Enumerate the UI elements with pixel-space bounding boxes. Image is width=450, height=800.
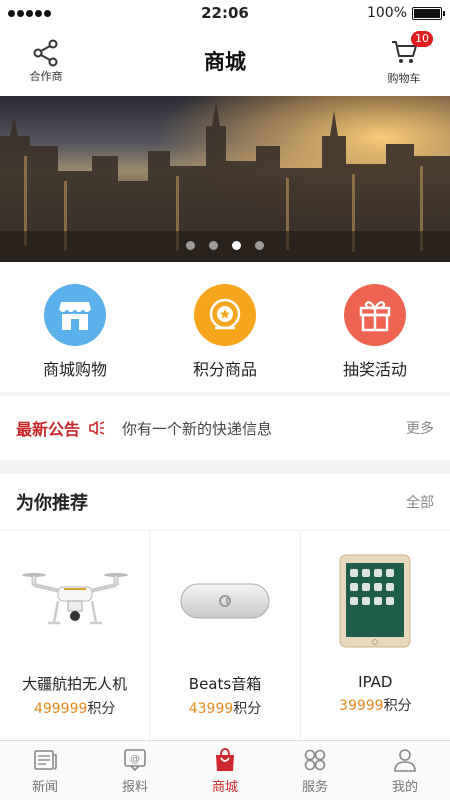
status-time: 22:06 [201, 4, 249, 22]
product-card-ipad[interactable]: IPAD 39999积分 [301, 531, 450, 740]
services-icon [304, 749, 326, 770]
tab-mall[interactable]: 商城 [180, 741, 270, 800]
product-points: 43999积分 [189, 698, 262, 718]
status-bar: 22:06 100% [0, 0, 450, 26]
points-value: 499999 [33, 701, 88, 717]
battery-icon [412, 6, 445, 20]
category-shop-label: 商城购物 [42, 360, 107, 379]
carousel-indicator [0, 241, 450, 250]
gift-icon [344, 284, 406, 346]
city-skyline-image [0, 96, 450, 262]
page-title: 商城 [204, 50, 246, 74]
recommend-section: 为你推荐 全部 大疆航拍无人机 499999积分 Beats音箱 43999积分… [0, 474, 450, 740]
tab-profile[interactable]: 我的 [360, 741, 450, 800]
product-card-drone[interactable]: 大疆航拍无人机 499999积分 [0, 531, 151, 740]
product-name: IPAD [358, 673, 393, 691]
category-lottery[interactable]: 抽奖活动 [310, 284, 440, 380]
carousel-dot[interactable] [186, 241, 195, 250]
nav-bar: 合作商 商城 10 购物车 [0, 26, 450, 96]
tablet-icon [315, 541, 435, 661]
svg-text:@: @ [130, 754, 140, 765]
recommend-all-link[interactable]: 全部 [406, 492, 434, 512]
medal-icon [194, 284, 256, 346]
cart-badge: 10 [411, 30, 433, 47]
tab-bar: 新闻 @ 报料 商城 服务 我的 [0, 740, 450, 800]
notice-bar[interactable]: 最新公告 你有一个新的快递信息 更多 [0, 396, 450, 460]
signal-strength-icon [8, 9, 51, 17]
banner-carousel[interactable] [0, 96, 450, 262]
product-name: Beats音箱 [188, 675, 262, 693]
tab-news[interactable]: 新闻 [0, 741, 90, 800]
notice-title: 最新公告 [16, 420, 81, 439]
category-points[interactable]: 积分商品 [160, 284, 290, 380]
product-card-speaker[interactable]: Beats音箱 43999积分 [150, 531, 301, 740]
tab-report-label: 报料 [121, 779, 148, 795]
category-lottery-label: 抽奖活动 [342, 360, 407, 379]
carousel-dot[interactable] [209, 241, 218, 250]
category-points-label: 积分商品 [192, 360, 257, 379]
report-icon: @ [124, 748, 146, 771]
cart-button[interactable]: 10 购物车 [374, 30, 434, 86]
speaker-icon [88, 420, 106, 436]
notice-more-link[interactable]: 更多 [406, 418, 434, 438]
cart-label: 购物车 [387, 71, 421, 85]
points-unit: 积分 [87, 701, 116, 717]
product-points: 39999积分 [339, 695, 412, 715]
speaker-product-icon [165, 541, 285, 661]
recommend-title: 为你推荐 [16, 493, 88, 514]
tab-mall-label: 商城 [211, 779, 238, 795]
tab-services[interactable]: 服务 [270, 741, 360, 800]
drone-icon [15, 541, 135, 661]
carousel-dot[interactable] [232, 241, 241, 250]
points-value: 43999 [188, 701, 234, 717]
points-value: 39999 [339, 698, 384, 714]
category-shop[interactable]: 商城购物 [10, 284, 140, 380]
partner-button[interactable]: 合作商 [16, 38, 76, 84]
tab-profile-label: 我的 [391, 779, 418, 795]
tab-services-label: 服务 [301, 779, 328, 795]
points-unit: 积分 [383, 698, 412, 714]
battery-percent: 100% [366, 5, 407, 21]
tab-news-label: 新闻 [31, 779, 58, 795]
carousel-dot[interactable] [255, 241, 264, 250]
category-shortcuts: 商城购物 积分商品 抽奖活动 [0, 262, 450, 392]
product-points: 499999积分 [34, 698, 115, 718]
points-unit: 积分 [233, 701, 262, 717]
partner-label: 合作商 [29, 70, 63, 83]
user-icon [394, 748, 416, 772]
tab-report[interactable]: @ 报料 [90, 741, 180, 800]
shopping-bag-icon [216, 747, 234, 771]
share-icon [33, 39, 58, 67]
product-name: 大疆航拍无人机 [22, 675, 128, 693]
newspaper-icon [34, 749, 57, 770]
notice-text[interactable]: 你有一个新的快递信息 [122, 418, 406, 439]
shop-icon [44, 284, 106, 346]
